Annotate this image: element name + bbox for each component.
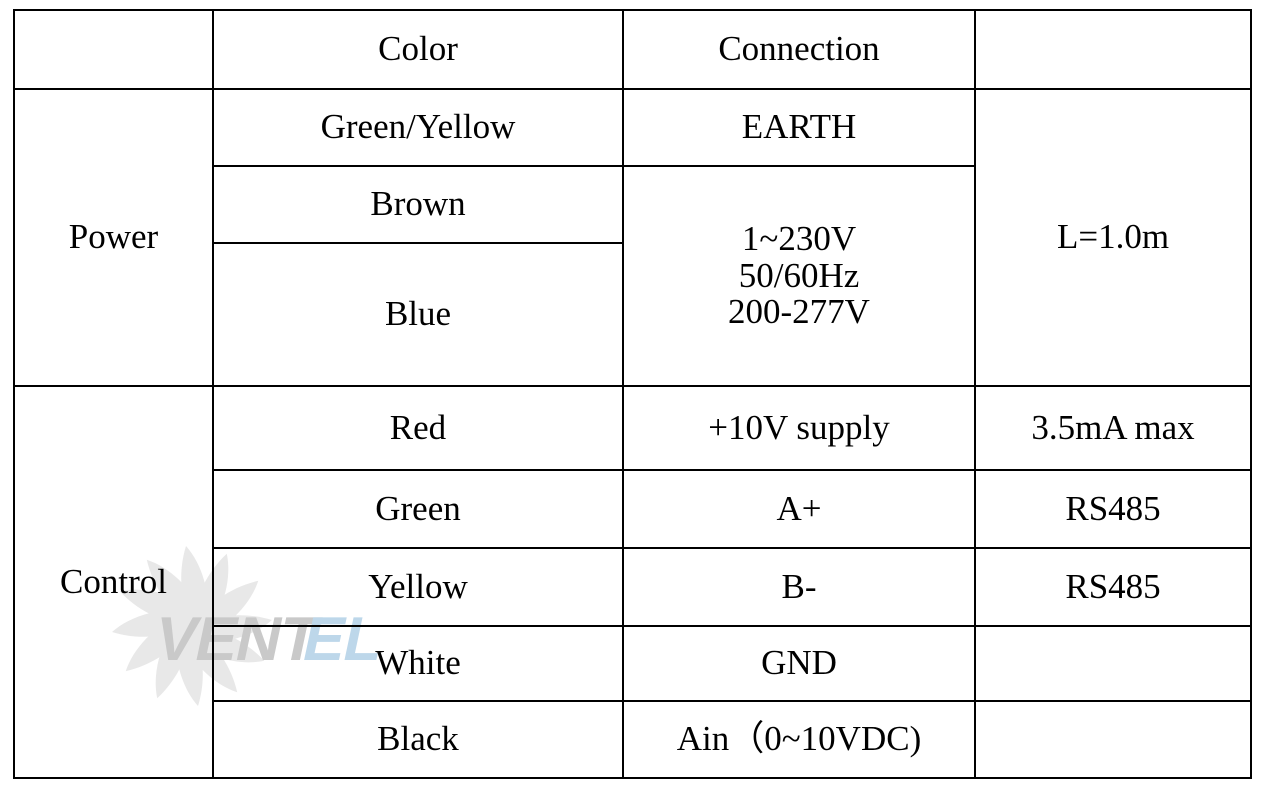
- note-white-empty: [974, 625, 1252, 702]
- table-row: Power Green/Yellow EARTH L=1.0m: [13, 88, 1252, 387]
- connection-line-frequency: 50/60Hz: [738, 255, 860, 295]
- table-row: Control Red +10V supply 3.5mA max: [13, 385, 1252, 779]
- connection-a-plus: A+: [622, 469, 976, 549]
- connection-line-voltage-2: 200-277V: [728, 292, 870, 332]
- color-black: Black: [212, 700, 624, 779]
- connection-power-supply: 1~230V 50/60Hz 200-277V: [622, 165, 976, 387]
- note-rs485-b: RS485: [974, 547, 1252, 627]
- note-cable-length: L=1.0m: [974, 88, 1252, 387]
- note-rs485-a: RS485: [974, 469, 1252, 549]
- header-group-cell: [13, 9, 214, 90]
- color-red: Red: [212, 385, 624, 471]
- group-label-control: Control: [13, 385, 214, 779]
- color-blue: Blue: [212, 242, 624, 387]
- header-connection-cell: Connection: [622, 9, 976, 90]
- connection-b-minus: B-: [622, 547, 976, 627]
- connection-line-voltage-1: 1~230V: [741, 218, 857, 258]
- note-current-max: 3.5mA max: [974, 385, 1252, 471]
- wiring-connection-table: Color Connection Power Green/Yellow EART…: [13, 9, 1252, 779]
- color-green: Green: [212, 469, 624, 549]
- connection-10v-supply: +10V supply: [622, 385, 976, 471]
- group-label-power: Power: [13, 88, 214, 387]
- color-brown: Brown: [212, 165, 624, 244]
- table-header-row: Color Connection: [13, 9, 1252, 90]
- color-white: White: [212, 625, 624, 702]
- color-green-yellow: Green/Yellow: [212, 88, 624, 167]
- connection-earth: EARTH: [622, 88, 976, 167]
- header-color-cell: Color: [212, 9, 624, 90]
- connection-analog-in: Ain（0~10VDC): [622, 700, 976, 779]
- note-black-empty: [974, 700, 1252, 779]
- connection-gnd: GND: [622, 625, 976, 702]
- header-note-cell: [974, 9, 1252, 90]
- color-yellow: Yellow: [212, 547, 624, 627]
